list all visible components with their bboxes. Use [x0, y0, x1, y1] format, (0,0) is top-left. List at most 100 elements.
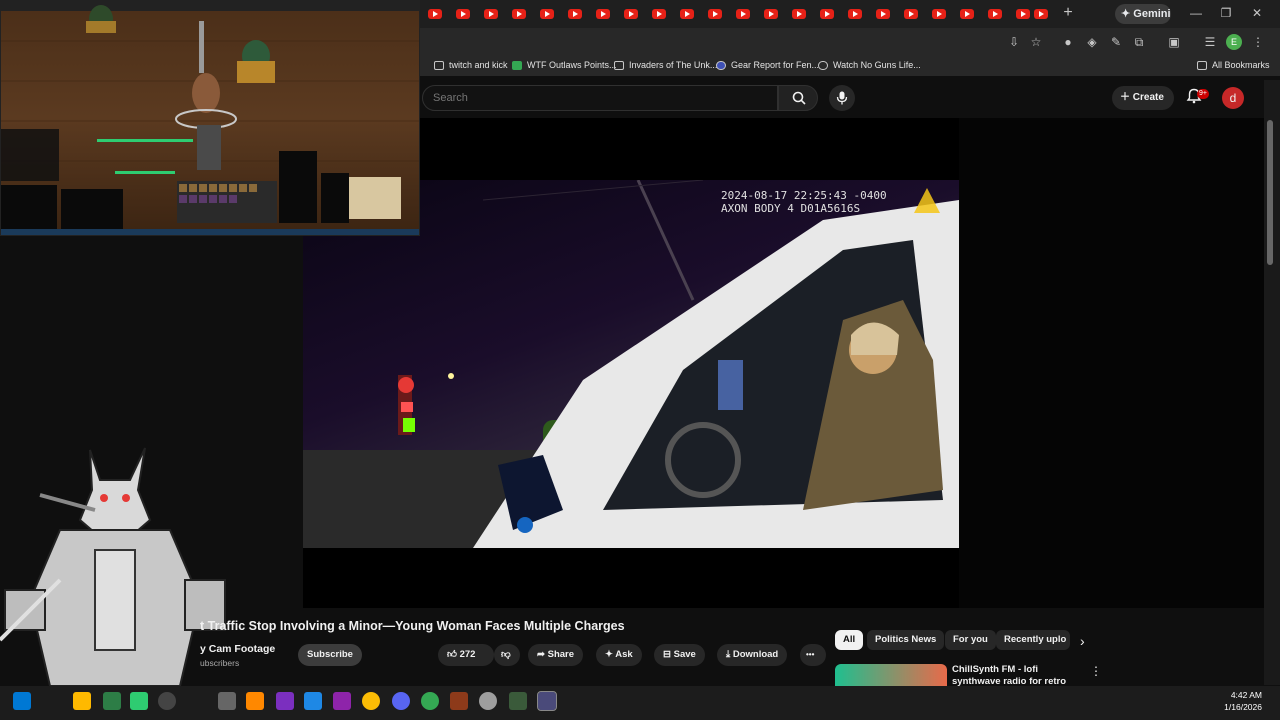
- gemini-button[interactable]: ✦ Gemini: [1115, 4, 1171, 24]
- all-bookmarks[interactable]: All Bookmarks: [1197, 60, 1270, 70]
- tab-youtube[interactable]: [904, 7, 918, 21]
- tab-youtube[interactable]: [988, 7, 1002, 21]
- taskbar-date[interactable]: 1/16/2026: [1220, 702, 1262, 712]
- tab-youtube[interactable]: [960, 7, 974, 21]
- taskbar-time[interactable]: 4:42 AM: [1230, 690, 1262, 700]
- tab-youtube[interactable]: [792, 7, 806, 21]
- youtube-favicon-icon: [680, 9, 694, 19]
- steam-icon[interactable]: [158, 692, 176, 710]
- voice-search-button[interactable]: [829, 85, 855, 111]
- share-label: Share: [547, 649, 575, 660]
- search-button[interactable]: [778, 85, 818, 111]
- ask-button[interactable]: ✦ Ask: [596, 644, 642, 666]
- extension-icon[interactable]: ✎: [1108, 34, 1124, 50]
- chevron-right-icon[interactable]: ›: [1080, 633, 1085, 649]
- bookmark-item[interactable]: Gear Report for Fen...: [716, 60, 819, 70]
- restore-button[interactable]: ❐: [1216, 5, 1236, 21]
- file-explorer-icon[interactable]: [73, 692, 91, 710]
- tab-youtube[interactable]: [848, 7, 862, 21]
- like-button[interactable]: 👍︎ 272: [438, 644, 494, 666]
- chip-politics-news[interactable]: Politics News: [867, 630, 945, 650]
- share-icon: ➦: [537, 649, 548, 660]
- chip-recently-uploaded[interactable]: Recently uplo: [996, 630, 1070, 650]
- tab-youtube[interactable]: [820, 7, 834, 21]
- bookmark-item[interactable]: Watch No Guns Life...: [818, 60, 921, 70]
- save-button[interactable]: ⊟ Save: [654, 644, 705, 666]
- timestamp-line: 2024-08-17 22:25:43 -0400: [721, 189, 887, 202]
- discord-icon[interactable]: [392, 692, 410, 710]
- share-button[interactable]: ➦ Share: [528, 644, 584, 666]
- tab-youtube[interactable]: [456, 7, 470, 21]
- tab-youtube[interactable]: [1016, 7, 1030, 21]
- tab-youtube[interactable]: [428, 7, 442, 21]
- bookmark-item[interactable]: twitch and kick: [434, 60, 508, 70]
- app-icon[interactable]: [421, 692, 439, 710]
- youtube-favicon-icon: [484, 9, 498, 19]
- settings-gear-icon[interactable]: [479, 692, 497, 710]
- tab-youtube[interactable]: [932, 7, 946, 21]
- app-icon[interactable]: [333, 692, 351, 710]
- bookmark-label: twitch and kick: [449, 60, 508, 70]
- game-icon[interactable]: [450, 692, 468, 710]
- tab-youtube[interactable]: [484, 7, 498, 21]
- install-app-icon[interactable]: ⇩: [1006, 34, 1022, 50]
- download-button[interactable]: ⤓ Download: [717, 644, 788, 666]
- vlc-icon[interactable]: [246, 692, 264, 710]
- minimize-button[interactable]: —: [1186, 5, 1206, 21]
- bookmark-label: Gear Report for Fen...: [731, 60, 820, 70]
- account-avatar[interactable]: d: [1222, 87, 1244, 109]
- device-id-line: AXON BODY 4 D01A5616S: [721, 202, 861, 215]
- tab-youtube[interactable]: [512, 7, 526, 21]
- new-tab-button[interactable]: +: [1059, 4, 1077, 22]
- chip-for-you[interactable]: For you: [945, 630, 996, 650]
- dislike-button[interactable]: 👎︎: [494, 644, 520, 666]
- bookmark-star-icon[interactable]: ☆: [1028, 34, 1044, 50]
- app-icon[interactable]: [276, 692, 294, 710]
- tab-youtube[interactable]: [708, 7, 722, 21]
- chip-all[interactable]: All: [835, 630, 864, 650]
- start-windows-icon[interactable]: [13, 692, 31, 710]
- app-icon[interactable]: [218, 692, 236, 710]
- wolf-samurai-overlay-image: [0, 440, 230, 687]
- more-actions-button[interactable]: •••: [800, 644, 826, 666]
- app-icon[interactable]: [130, 692, 148, 710]
- profile-avatar[interactable]: E: [1226, 34, 1242, 50]
- tab-youtube[interactable]: [764, 7, 778, 21]
- extensions-puzzle-icon[interactable]: ⧉: [1131, 34, 1147, 50]
- create-button[interactable]: ＋ Create: [1112, 86, 1174, 110]
- channel-name[interactable]: y Cam Footage: [200, 643, 275, 655]
- recommendation-menu-icon[interactable]: ⋮: [1090, 664, 1102, 678]
- youtube-header: ＋ Create 9+ d: [420, 76, 1280, 118]
- tab-youtube[interactable]: [596, 7, 610, 21]
- subscribe-button[interactable]: Subscribe: [298, 644, 362, 666]
- subscriber-count: ubscribers: [200, 658, 240, 668]
- app-icon[interactable]: [509, 692, 527, 710]
- tab-youtube[interactable]: [624, 7, 638, 21]
- tab-youtube[interactable]: [652, 7, 666, 21]
- tab-youtube[interactable]: [876, 7, 890, 21]
- extension-icon[interactable]: ◈: [1084, 34, 1100, 50]
- recommendation-title[interactable]: ChillSynth FM - lofi synthwave radio for…: [952, 664, 1087, 686]
- chrome-icon[interactable]: [362, 692, 380, 710]
- extension-icon[interactable]: ●: [1060, 34, 1076, 50]
- reading-list-icon[interactable]: ☰: [1202, 34, 1218, 50]
- tab-youtube[interactable]: [568, 7, 582, 21]
- scrollbar-thumb[interactable]: [1267, 120, 1273, 265]
- app-icon[interactable]: [103, 692, 121, 710]
- app-icon-active[interactable]: [537, 691, 557, 711]
- search-input[interactable]: [422, 85, 778, 111]
- tab-youtube[interactable]: [680, 7, 694, 21]
- youtube-favicon-icon: [792, 9, 806, 19]
- tab-youtube[interactable]: [736, 7, 750, 21]
- close-button[interactable]: ✕: [1247, 5, 1267, 21]
- thumbs-down-icon: 👎︎: [501, 649, 511, 660]
- menu-kebab-icon[interactable]: ⋮: [1250, 34, 1266, 50]
- recommendation-thumbnail[interactable]: [835, 664, 947, 686]
- tab-youtube-active[interactable]: [1034, 7, 1048, 21]
- screenshot-icon[interactable]: ▣: [1166, 34, 1182, 50]
- app-icon[interactable]: [304, 692, 322, 710]
- site-icon: [818, 60, 828, 70]
- bookmark-item[interactable]: WTF Outlaws Points...: [512, 60, 617, 70]
- bookmark-item[interactable]: Invaders of The Unk...: [614, 60, 717, 70]
- tab-youtube[interactable]: [540, 7, 554, 21]
